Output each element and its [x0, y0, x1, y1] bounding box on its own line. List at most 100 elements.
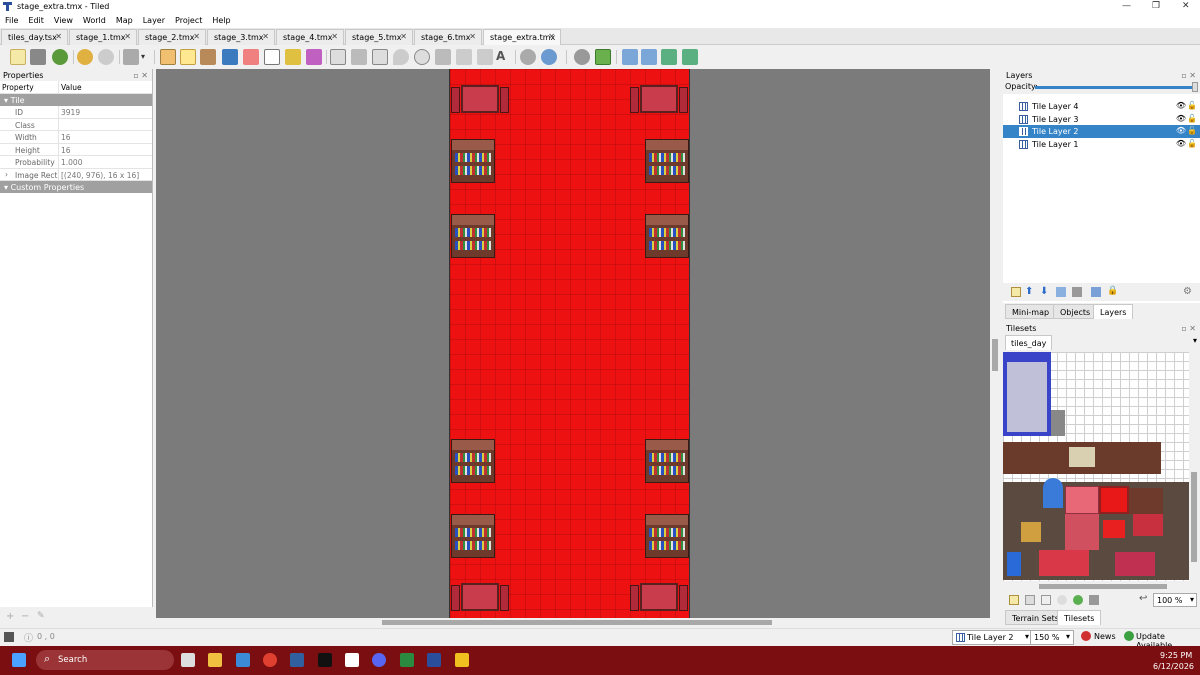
- clock-time[interactable]: 9:25 PM: [1160, 651, 1192, 660]
- tab-mini-map[interactable]: Mini-map: [1005, 304, 1057, 319]
- property-row[interactable]: Width 16: [0, 131, 152, 144]
- layer-item[interactable]: Tile Layer 3 👁 🔓: [1003, 113, 1200, 126]
- close-icon[interactable]: ✕: [400, 32, 407, 41]
- move-world-icon[interactable]: [541, 49, 557, 65]
- new-file-icon[interactable]: [10, 49, 26, 65]
- opacity-slider[interactable]: [1035, 86, 1197, 89]
- lower-layer-icon[interactable]: ⬇: [1040, 286, 1048, 297]
- select-same-tile-icon[interactable]: [306, 49, 322, 65]
- edit-tileset-icon[interactable]: [1073, 595, 1083, 605]
- bucket-fill-icon[interactable]: [200, 49, 216, 65]
- embed-tileset-icon[interactable]: [1025, 595, 1035, 605]
- shape-fill-icon[interactable]: [222, 49, 238, 65]
- tab-stage-extra[interactable]: stage_extra.tmx ✕: [483, 29, 561, 45]
- menu-edit[interactable]: Edit: [23, 14, 49, 25]
- scroll-thumb[interactable]: [382, 620, 772, 625]
- insert-polygon-icon[interactable]: [435, 49, 451, 65]
- tab-stage-6[interactable]: stage_6.tmx ✕: [414, 29, 482, 45]
- eraser-icon[interactable]: [243, 49, 259, 65]
- layer-item[interactable]: Tile Layer 4 👁 🔓: [1003, 100, 1200, 113]
- tab-stage-5[interactable]: stage_5.tmx ✕: [345, 29, 413, 45]
- tab-stage-1[interactable]: stage_1.tmx ✕: [69, 29, 137, 45]
- insert-text-icon[interactable]: A: [496, 49, 512, 65]
- tileset-zoom-select[interactable]: 100 % ▾: [1153, 593, 1197, 607]
- app-icon[interactable]: [290, 653, 304, 667]
- eye-icon[interactable]: 👁: [1176, 139, 1186, 148]
- panel-buttons[interactable]: ▫ ✕: [1181, 71, 1196, 80]
- add-property-icon[interactable]: +: [6, 611, 14, 622]
- open-icon[interactable]: [30, 49, 46, 65]
- terrain-brush-icon[interactable]: [180, 49, 196, 65]
- godot-icon[interactable]: [345, 653, 359, 667]
- delete-layer-icon[interactable]: [1072, 287, 1082, 297]
- tiled-icon[interactable]: [427, 653, 441, 667]
- close-icon[interactable]: ✕: [124, 32, 131, 41]
- menu-file[interactable]: File: [0, 14, 23, 25]
- unlock-icon[interactable]: 🔓: [1187, 101, 1197, 110]
- close-icon[interactable]: ✕: [55, 32, 62, 41]
- property-row[interactable]: ID 3919: [0, 106, 152, 119]
- tab-tiles-day[interactable]: tiles_day.tsx ✕: [1, 29, 68, 45]
- insert-point-icon[interactable]: [393, 49, 409, 65]
- new-tileset-icon[interactable]: [1009, 595, 1019, 605]
- chevron-down-icon[interactable]: ▾: [1193, 336, 1197, 345]
- flip-horizontal-icon[interactable]: [622, 49, 638, 65]
- task-view-icon[interactable]: [181, 653, 195, 667]
- wang-fill-icon[interactable]: [595, 49, 611, 65]
- insert-tile-icon[interactable]: [456, 49, 472, 65]
- delete-tileset-icon[interactable]: [1089, 595, 1099, 605]
- layer-select[interactable]: Tile Layer 2 ▾: [952, 630, 1033, 645]
- new-layer-icon[interactable]: [1011, 287, 1021, 297]
- store-icon[interactable]: [236, 653, 250, 667]
- tab-tilesets[interactable]: Tilesets: [1057, 610, 1102, 625]
- lock-icon[interactable]: 🔒: [1107, 286, 1118, 296]
- property-row[interactable]: Height 16: [0, 143, 152, 156]
- gear-icon[interactable]: ⚙: [1183, 286, 1192, 297]
- map-tiles[interactable]: [449, 69, 690, 618]
- insert-ellipse-icon[interactable]: [414, 49, 430, 65]
- chrome-icon[interactable]: [263, 653, 277, 667]
- palette-hscrollbar[interactable]: [1003, 583, 1200, 591]
- export-tileset-icon[interactable]: [1041, 595, 1051, 605]
- redo-icon[interactable]: [98, 49, 114, 65]
- monitor-icon[interactable]: [400, 653, 414, 667]
- close-button[interactable]: ✕: [1182, 1, 1190, 11]
- eye-icon[interactable]: 👁: [1176, 126, 1186, 135]
- news-link[interactable]: News: [1094, 632, 1116, 641]
- close-icon[interactable]: ✕: [193, 32, 200, 41]
- menu-layer[interactable]: Layer: [138, 14, 170, 25]
- unlock-icon[interactable]: 🔓: [1187, 126, 1197, 135]
- tab-layers[interactable]: Layers: [1093, 304, 1134, 319]
- eye-icon[interactable]: 👁: [1176, 101, 1186, 110]
- property-row[interactable]: Probability 1.000: [0, 156, 152, 169]
- notes-icon[interactable]: [455, 653, 469, 667]
- close-icon[interactable]: ✕: [331, 32, 338, 41]
- eye-icon[interactable]: 👁: [1176, 114, 1186, 123]
- scroll-thumb[interactable]: [992, 339, 998, 371]
- minimize-button[interactable]: —: [1122, 1, 1131, 11]
- rectangle-select-icon[interactable]: [264, 49, 280, 65]
- rotate-left-icon[interactable]: [661, 49, 677, 65]
- raise-layer-icon[interactable]: ⬆: [1025, 286, 1033, 297]
- search-box[interactable]: ⌕ Search: [36, 650, 174, 670]
- save-icon[interactable]: [52, 49, 68, 65]
- close-icon[interactable]: ✕: [469, 32, 476, 41]
- property-row[interactable]: › Image Rect [(240, 976), 16 x 16]: [0, 168, 152, 181]
- tileset-palette[interactable]: [1003, 352, 1189, 581]
- edit-polygons-icon[interactable]: [351, 49, 367, 65]
- group-tile[interactable]: ▾ Tile: [0, 94, 152, 106]
- magic-wand-icon[interactable]: [285, 49, 301, 65]
- remove-property-icon[interactable]: −: [21, 611, 29, 622]
- tab-objects[interactable]: Objects: [1053, 304, 1098, 319]
- world-tool-icon[interactable]: [520, 49, 536, 65]
- vertical-scrollbar[interactable]: [990, 69, 1000, 618]
- scroll-thumb[interactable]: [1191, 472, 1197, 562]
- zoom-select[interactable]: 150 % ▾: [1030, 630, 1074, 645]
- discord-icon[interactable]: [372, 653, 386, 667]
- menu-world[interactable]: World: [78, 14, 111, 25]
- tileset-properties-icon[interactable]: [1057, 595, 1067, 605]
- console-icon[interactable]: [4, 632, 14, 642]
- select-objects-icon[interactable]: [330, 49, 346, 65]
- file-explorer-icon[interactable]: [208, 653, 222, 667]
- duplicate-layer-icon[interactable]: [1056, 287, 1066, 297]
